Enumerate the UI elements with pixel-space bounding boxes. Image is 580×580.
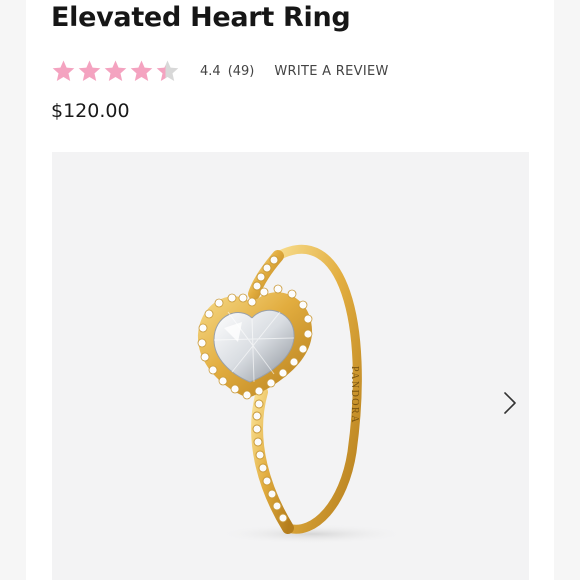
product-title: Elevated Heart Ring (51, 2, 351, 33)
page-left-margin (0, 0, 26, 580)
star-icon (156, 60, 179, 81)
product-image-gallery[interactable]: PANDORA (52, 152, 529, 580)
product-price: $120.00 (51, 100, 130, 122)
rating-row: 4.4 (49) WRITE A REVIEW (51, 58, 389, 84)
star-rating[interactable] (51, 59, 180, 84)
write-review-link[interactable]: WRITE A REVIEW (274, 64, 388, 79)
product-image: PANDORA (197, 244, 407, 544)
star-icon (104, 60, 127, 81)
next-image-button[interactable] (499, 388, 521, 418)
star-icon (52, 60, 75, 81)
chevron-right-icon (504, 392, 516, 414)
star-icon (78, 60, 101, 81)
star-icon (130, 60, 153, 81)
ring-engraving: PANDORA (349, 366, 360, 424)
page-right-margin (554, 0, 580, 580)
rating-value: 4.4 (200, 63, 221, 79)
review-count[interactable]: (49) (228, 64, 255, 79)
